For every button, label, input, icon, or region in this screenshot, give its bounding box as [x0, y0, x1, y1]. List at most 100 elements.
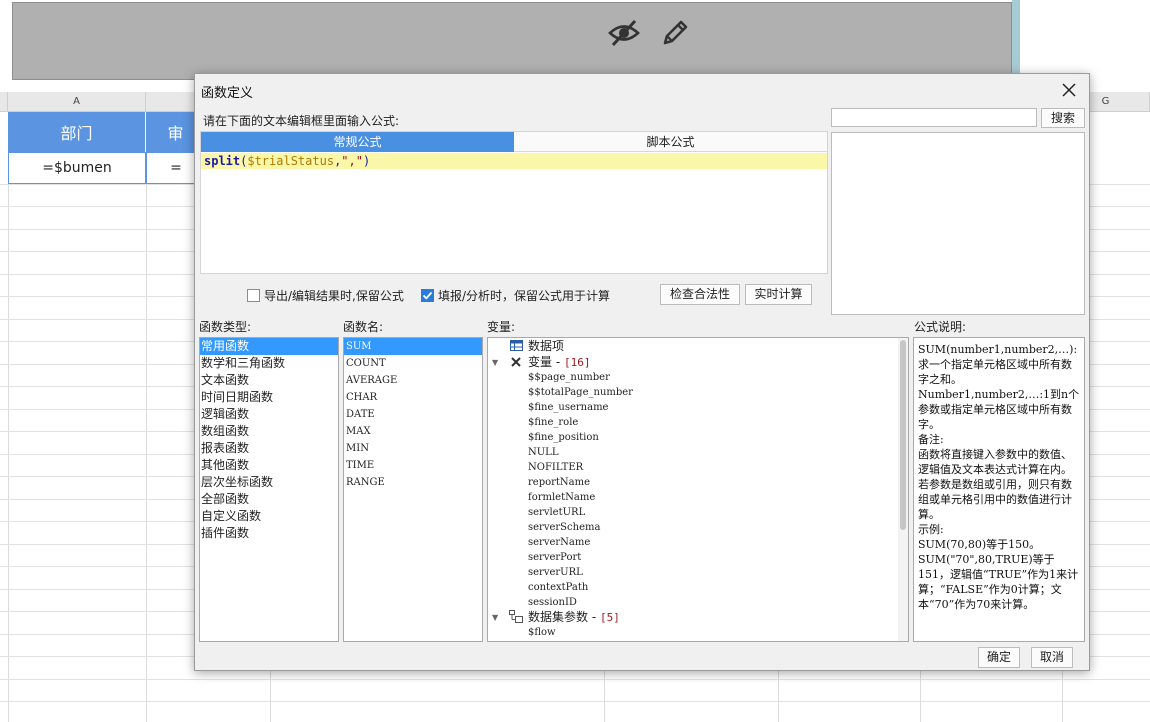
expand-icon[interactable]: ▼: [492, 355, 498, 370]
tree-node-data-items[interactable]: 数据项: [488, 339, 888, 354]
tree-node-variables[interactable]: ▼ 变量 - [16]: [488, 355, 888, 370]
grid-line: [0, 679, 1150, 680]
tree-leaf[interactable]: formletName: [528, 490, 595, 505]
tree-leaf[interactable]: sessionID: [528, 595, 577, 610]
tab-script-formula[interactable]: 脚本公式: [514, 132, 827, 152]
keep-formula-fill-option[interactable]: 填报/分析时，保留公式用于计算: [421, 287, 610, 304]
list-item[interactable]: 其他函数: [200, 457, 338, 474]
ok-button[interactable]: 确定: [978, 647, 1020, 668]
tree-leaf[interactable]: serverURL: [528, 565, 583, 580]
list-item[interactable]: MIN: [344, 440, 482, 457]
cancel-button[interactable]: 取消: [1031, 647, 1073, 668]
list-item[interactable]: 报表函数: [200, 440, 338, 457]
tree-leaf[interactable]: $$page_number: [528, 370, 610, 385]
list-item[interactable]: 逻辑函数: [200, 406, 338, 423]
vertical-scrollbar[interactable]: [898, 338, 908, 641]
scrollbar-thumb[interactable]: [900, 340, 906, 530]
tree-leaf[interactable]: serverSchema: [528, 520, 600, 535]
tree-leaf[interactable]: NOFILTER: [528, 460, 583, 475]
search-input[interactable]: [831, 108, 1037, 127]
grid-line: [146, 112, 147, 722]
tree-leaf[interactable]: serverPort: [528, 550, 581, 565]
formula-help-label: 公式说明:: [914, 320, 967, 334]
tab-regular-formula[interactable]: 常规公式: [201, 132, 514, 152]
function-name-list[interactable]: SUM COUNT AVERAGE CHAR DATE MAX MIN TIME…: [343, 337, 483, 642]
list-item[interactable]: 数学和三角函数: [200, 355, 338, 372]
list-item[interactable]: COUNT: [344, 355, 482, 372]
list-item[interactable]: SUM: [344, 338, 482, 355]
keep-formula-export-option[interactable]: 导出/编辑结果时,保留公式: [247, 287, 404, 304]
editor-prompt: 请在下面的文本编辑框里面输入公式:: [203, 114, 400, 128]
search-button[interactable]: 搜索: [1041, 108, 1085, 128]
list-item[interactable]: 文本函数: [200, 372, 338, 389]
corner-header: [0, 92, 8, 112]
code-string: ",": [341, 154, 363, 168]
help-text: Number1,number2,…:1到n个参数或指定单元格区域中所有数字。: [918, 388, 1080, 431]
list-item[interactable]: MAX: [344, 423, 482, 440]
tree-leaf[interactable]: NULL: [528, 445, 558, 460]
tree-label: 数据集参数 - [5]: [528, 610, 620, 624]
cell-header-department[interactable]: 部门: [8, 112, 146, 152]
list-item[interactable]: 时间日期函数: [200, 389, 338, 406]
grid-line: [0, 701, 1150, 702]
variable-tree[interactable]: 数据项 ▼ 变量 - [16] $$page_number $$totalPag…: [487, 337, 909, 642]
formula-code-line[interactable]: split($trialStatus,","): [201, 153, 827, 169]
hide-icon[interactable]: [606, 16, 642, 50]
tree-leaf[interactable]: serverName: [528, 535, 590, 550]
help-text: SUM(number1,number2,…):求一个指定单元格区域中所有数字之和…: [918, 343, 1078, 386]
expand-icon[interactable]: ▼: [492, 610, 498, 625]
formula-editor[interactable]: 常规公式 脚本公式 split($trialStatus,","): [200, 131, 828, 274]
tree-leaf[interactable]: reportName: [528, 475, 590, 490]
tree-leaf[interactable]: $flow: [528, 625, 556, 640]
function-types-label: 函数类型:: [199, 320, 252, 334]
tree-leaf[interactable]: $$totalPage_number: [528, 385, 633, 400]
help-text: SUM("70",80,TRUE)等于151，逻辑值“TRUE”作为1来计算；“…: [918, 553, 1079, 611]
list-item[interactable]: 自定义函数: [200, 508, 338, 525]
tree-leaf[interactable]: contextPath: [528, 580, 588, 595]
validate-button[interactable]: 检查合法性: [660, 284, 740, 305]
help-text: 示例:: [918, 523, 944, 536]
list-item[interactable]: DATE: [344, 406, 482, 423]
tree-leaf[interactable]: $fine_username: [528, 400, 608, 415]
help-text: SUM(70,80)等于150。: [918, 538, 1041, 551]
tree-leaf[interactable]: $fine_position: [528, 430, 599, 445]
splitter[interactable]: [1012, 0, 1020, 80]
table-icon: [509, 339, 523, 352]
list-item[interactable]: 常用函数: [200, 338, 338, 355]
list-item[interactable]: 数组函数: [200, 423, 338, 440]
help-text: 函数将直接键入参数中的数值、逻辑值及文本表达式计算在内。若参数是数组或引用，则只…: [918, 448, 1072, 521]
code-punct: ): [362, 154, 371, 168]
list-item[interactable]: CHAR: [344, 389, 482, 406]
code-function: split: [204, 154, 241, 168]
list-item[interactable]: 层次坐标函数: [200, 474, 338, 491]
variables-label: 变量:: [487, 320, 516, 334]
list-item[interactable]: RANGE: [344, 474, 482, 491]
tree-leaf[interactable]: $fine_role: [528, 415, 578, 430]
variable-icon: [509, 355, 523, 368]
keep-formula-export-checkbox[interactable]: [247, 289, 260, 302]
keep-formula-fill-checkbox[interactable]: [421, 289, 434, 302]
tree-leaf[interactable]: servletURL: [528, 505, 585, 520]
dataset-icon: [509, 610, 523, 623]
list-item[interactable]: TIME: [344, 457, 482, 474]
list-item[interactable]: AVERAGE: [344, 372, 482, 389]
list-item[interactable]: 插件函数: [200, 525, 338, 542]
function-type-list[interactable]: 常用函数 数学和三角函数 文本函数 时间日期函数 逻辑函数 数组函数 报表函数 …: [199, 337, 339, 642]
function-names-label: 函数名:: [343, 320, 384, 334]
edit-icon[interactable]: [657, 16, 693, 50]
tree-node-dataset-params[interactable]: ▼ 数据集参数 - [5]: [488, 610, 888, 625]
search-results[interactable]: [831, 132, 1085, 315]
keep-formula-fill-label: 填报/分析时，保留公式用于计算: [438, 289, 611, 303]
keep-formula-export-label: 导出/编辑结果时,保留公式: [264, 289, 404, 303]
cell-formula[interactable]: =$bumen: [8, 152, 146, 184]
dialog-title: 函数定义: [201, 86, 254, 101]
close-icon[interactable]: [1057, 78, 1081, 102]
formula-description: SUM(number1,number2,…):求一个指定单元格区域中所有数字之和…: [913, 337, 1085, 642]
realtime-calc-button[interactable]: 实时计算: [745, 284, 812, 305]
list-item[interactable]: 全部函数: [200, 491, 338, 508]
column-header-a[interactable]: A: [8, 92, 146, 112]
help-text: 备注:: [918, 433, 944, 446]
function-definition-dialog: 函数定义 请在下面的文本编辑框里面输入公式: 常规公式 脚本公式 split($…: [194, 73, 1090, 671]
tree-label: 变量 - [16]: [528, 355, 591, 369]
grid-line: [8, 112, 9, 722]
